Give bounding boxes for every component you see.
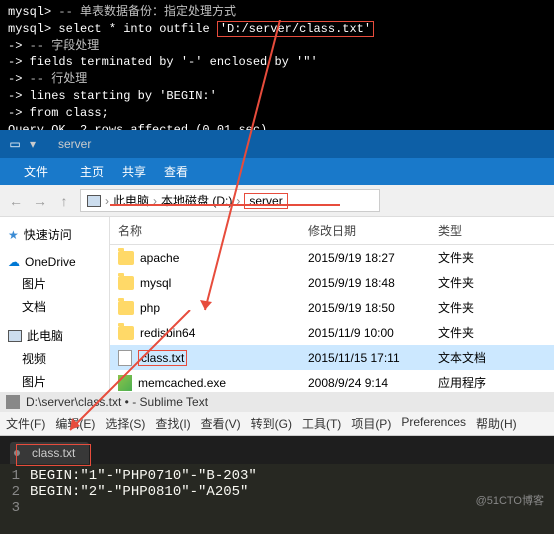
sublime-icon	[6, 395, 20, 409]
tab-file[interactable]: 文件	[10, 159, 62, 184]
sidebar-quick-access[interactable]: ★快速访问	[4, 223, 105, 246]
unsaved-dot-icon	[14, 450, 20, 456]
back-arrow-icon[interactable]: ←	[8, 193, 24, 209]
sublime-tab[interactable]: class.txt	[10, 442, 89, 464]
up-arrow-icon[interactable]: ↑	[56, 193, 72, 209]
cloud-icon: ☁	[8, 255, 20, 269]
annotation-arrow	[60, 310, 210, 440]
sidebar-onedrive[interactable]: ☁OneDrive	[4, 252, 105, 272]
annotation-arrow	[130, 20, 330, 320]
explorer-icon: ▭	[0, 137, 30, 151]
editor-body[interactable]: 1BEGIN:"1"-"PHP0710"-"B-203" 2BEGIN:"2"-…	[0, 464, 554, 534]
menu-home[interactable]: 主页	[80, 163, 104, 180]
col-type[interactable]: 类型	[430, 217, 510, 244]
star-icon: ★	[8, 228, 19, 242]
forward-arrow-icon[interactable]: →	[32, 193, 48, 209]
watermark: @51CTO博客	[476, 492, 544, 508]
sidebar-pictures[interactable]: 图片	[4, 272, 105, 295]
pc-icon	[8, 330, 22, 342]
annotation-arrow	[100, 200, 350, 210]
pc-icon	[87, 195, 101, 207]
